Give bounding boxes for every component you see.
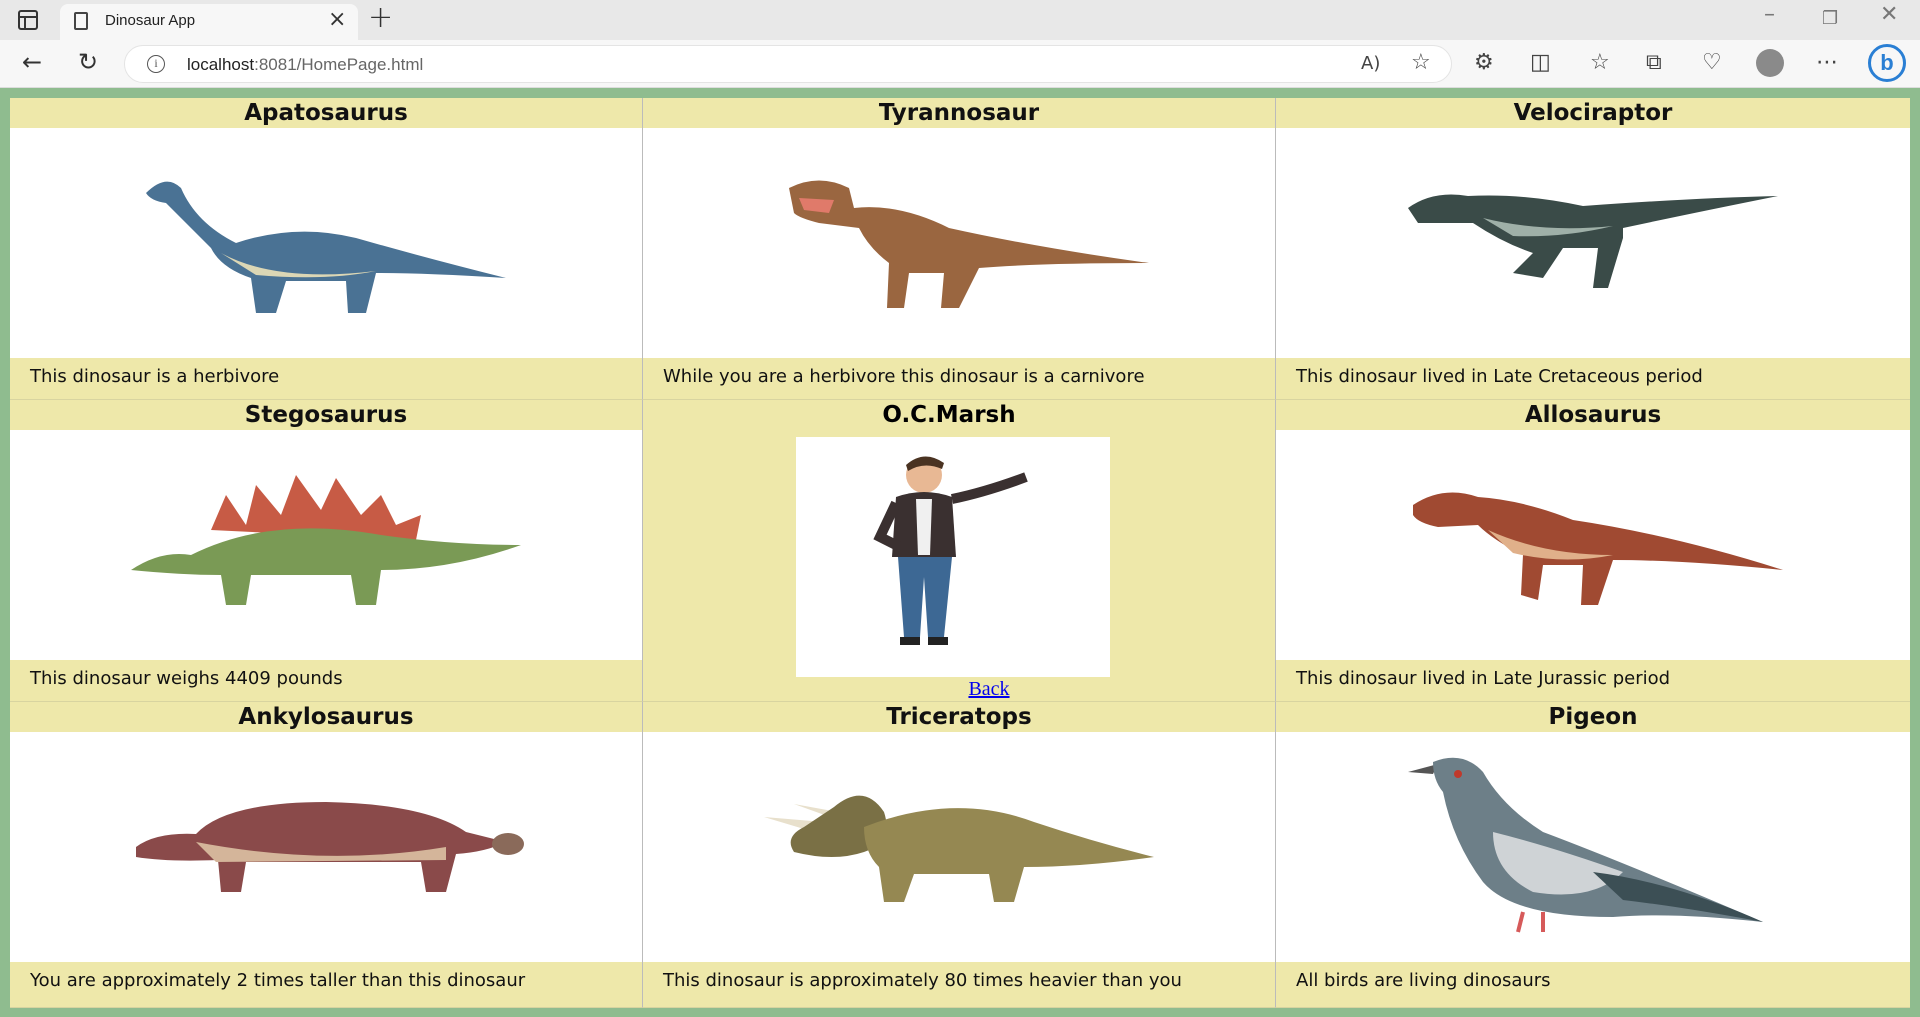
extensions-icon[interactable]: ⚙ (1474, 50, 1494, 75)
close-tab-icon[interactable]: × (328, 7, 346, 32)
card-title: Velociraptor (1513, 100, 1673, 126)
card-fact: All birds are living dinosaurs (1296, 970, 1551, 991)
refresh-icon[interactable]: ↻ (78, 48, 98, 76)
browser-essentials-icon[interactable]: ♡ (1702, 50, 1722, 75)
browser-tab[interactable]: Dinosaur App × (60, 4, 358, 40)
card-fact: While you are a herbivore this dinosaur … (663, 366, 1145, 387)
minimize-icon[interactable]: – (1764, 2, 1775, 27)
card-title: Tyrannosaur (878, 100, 1040, 126)
marsh-card: O.C.Marsh Back (643, 400, 1276, 702)
dino-card-ankylosaurus: Ankylosaurus You are approximately 2 tim… (10, 702, 643, 1008)
bing-copilot-icon[interactable]: b (1868, 44, 1906, 82)
card-fact: You are approximately 2 times taller tha… (30, 970, 526, 991)
marsh-portrait-image (796, 437, 1110, 677)
allosaurus-image (1276, 430, 1910, 660)
card-title: Allosaurus (1524, 402, 1662, 428)
bird-card-pigeon: Pigeon All birds are living dinosaurs (1276, 702, 1910, 1008)
info-icon[interactable]: i (147, 55, 165, 73)
profile-avatar[interactable] (1756, 49, 1784, 77)
dino-card-triceratops: Triceratops This dinosaur is approximate… (643, 702, 1276, 1008)
stegosaurus-image (10, 430, 642, 660)
card-title: O.C.Marsh (882, 402, 1016, 428)
close-window-icon[interactable]: ✕ (1880, 2, 1898, 27)
tab-title: Dinosaur App (105, 12, 196, 29)
page-icon (74, 12, 88, 30)
url-bar[interactable]: i localhost:8081/HomePage.html A) ☆ (124, 45, 1452, 83)
card-title: Stegosaurus (244, 402, 408, 428)
card-fact: This dinosaur weighs 4409 pounds (30, 668, 343, 689)
dino-card-tyrannosaur: Tyrannosaur While you are a herbivore th… (643, 98, 1276, 400)
favorites-icon[interactable]: ☆ (1590, 50, 1610, 75)
favorite-star-icon[interactable]: ☆ (1411, 50, 1431, 75)
card-title: Apatosaurus (244, 100, 408, 126)
browser-titlebar: Dinosaur App × + – ❐ ✕ (0, 0, 1920, 40)
new-tab-icon[interactable]: + (368, 0, 393, 35)
triceratops-image (643, 732, 1275, 962)
velociraptor-image (1276, 128, 1910, 358)
back-arrow-icon[interactable]: ← (22, 48, 42, 76)
card-title: Triceratops (886, 704, 1032, 730)
dino-card-apatosaurus: Apatosaurus This dinosaur is a herbivore (10, 98, 643, 400)
pigeon-image (1276, 732, 1910, 962)
dinosaur-grid-page: Apatosaurus This dinosaur is a herbivore… (10, 98, 1910, 1008)
restore-icon[interactable]: ❐ (1822, 8, 1838, 29)
tab-actions-icon[interactable] (18, 10, 38, 30)
ankylosaurus-image (10, 732, 642, 962)
url-text[interactable]: localhost:8081/HomePage.html (187, 55, 423, 75)
card-title: Pigeon (1548, 704, 1638, 730)
address-toolbar: ← ↻ i localhost:8081/HomePage.html A) ☆ … (0, 40, 1920, 88)
card-title: Ankylosaurus (238, 704, 414, 730)
more-options-icon[interactable]: ⋯ (1816, 50, 1838, 75)
tyrannosaur-image (643, 128, 1275, 358)
collections-icon[interactable]: ⧉ (1646, 50, 1662, 75)
dino-card-velociraptor: Velociraptor This dinosaur lived in Late… (1276, 98, 1910, 400)
card-fact: This dinosaur lived in Late Jurassic per… (1296, 668, 1671, 689)
split-screen-icon[interactable]: ◫ (1530, 50, 1551, 75)
card-fact: This dinosaur is approximately 80 times … (663, 970, 1182, 991)
dino-card-stegosaurus: Stegosaurus This dinosaur weighs 4409 po… (10, 400, 643, 702)
apatosaurus-image (10, 128, 642, 358)
read-aloud-icon[interactable]: A) (1361, 53, 1380, 74)
dino-card-allosaurus: Allosaurus This dinosaur lived in Late J… (1276, 400, 1910, 702)
card-fact: This dinosaur is a herbivore (30, 366, 280, 387)
back-link[interactable]: Back (643, 678, 1275, 701)
card-fact: This dinosaur lived in Late Cretaceous p… (1296, 366, 1703, 387)
